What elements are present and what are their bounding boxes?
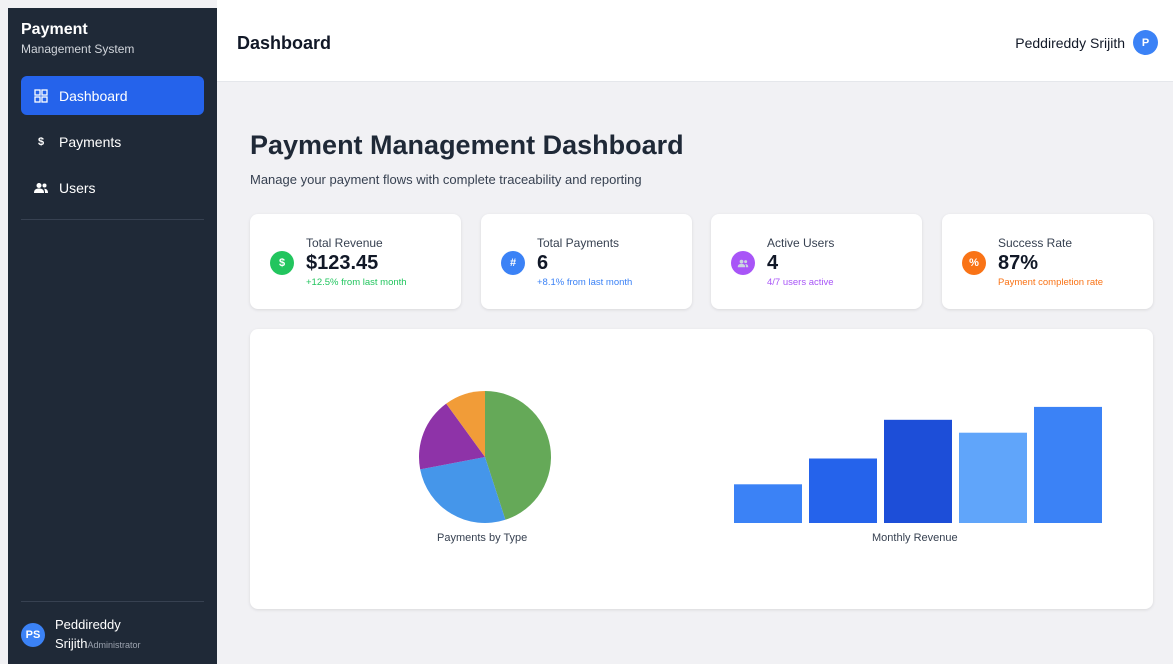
nav-divider: [21, 219, 204, 220]
sidebar-item-label: Dashboard: [59, 87, 128, 104]
stat-card-total-payments: # Total Payments 6 +8.1% from last month: [481, 214, 692, 309]
hash-icon: #: [501, 251, 525, 275]
bar-1: [734, 484, 802, 523]
card-value: 6: [537, 252, 549, 274]
card-note: Payment completion rate: [998, 277, 1104, 288]
card-note: +8.1% from last month: [537, 277, 633, 288]
grid-icon: [33, 88, 49, 104]
header-user-name: Peddireddy Srijith: [1015, 34, 1125, 51]
brand-subtitle: Management System: [21, 42, 135, 56]
top-header: Dashboard Peddireddy Srijith P: [217, 0, 1173, 82]
stat-card-active-users: Active Users 4 4/7 users active: [711, 214, 922, 309]
dollar-icon: $: [270, 251, 294, 275]
page-title: Payment Management Dashboard: [250, 130, 684, 160]
card-label: Active Users: [767, 236, 835, 250]
card-note: +12.5% from last month: [306, 277, 407, 288]
sidebar-user[interactable]: PS Peddireddy SrijithAdministrator: [21, 615, 141, 655]
avatar: P: [1133, 30, 1158, 55]
card-note: 4/7 users active: [767, 277, 834, 288]
header-user[interactable]: Peddireddy Srijith P: [1015, 30, 1158, 55]
bar-3: [884, 419, 952, 523]
sidebar: Payment Management System Dashboard $ Pa…: [8, 8, 217, 664]
card-label: Total Payments: [537, 236, 620, 250]
charts-panel: Payments by Type Monthly Revenue: [250, 329, 1153, 609]
user-role: Administrator: [87, 640, 141, 650]
card-value: 4: [767, 252, 779, 274]
user-name-last: Srijith: [55, 636, 88, 651]
brand: Payment Management System: [21, 21, 134, 56]
card-value: 87%: [998, 252, 1039, 274]
bar-chart-title: Monthly Revenue: [872, 532, 958, 544]
bar-2: [809, 458, 877, 523]
page-subtitle: Manage your payment flows with complete …: [250, 172, 642, 187]
sidebar-nav: Dashboard $ Payments Users: [21, 76, 204, 214]
avatar: PS: [21, 623, 45, 647]
card-label: Success Rate: [998, 236, 1073, 250]
pie-chart-title: Payments by Type: [437, 532, 528, 544]
footer-divider: [21, 601, 204, 602]
bar-4: [959, 432, 1027, 523]
stat-card-success-rate: % Success Rate 87% Payment completion ra…: [942, 214, 1153, 309]
percent-icon: %: [962, 251, 986, 275]
users-icon: [33, 180, 49, 196]
bar-chart: [734, 406, 1102, 523]
sidebar-item-users[interactable]: Users: [21, 168, 204, 207]
sidebar-item-dashboard[interactable]: Dashboard: [21, 76, 204, 115]
stat-card-total-revenue: $ Total Revenue $123.45 +12.5% from last…: [250, 214, 461, 309]
users-icon: [731, 251, 755, 275]
user-name-first: Peddireddy: [55, 617, 121, 632]
bar-5: [1034, 406, 1102, 523]
sidebar-item-label: Payments: [59, 133, 122, 150]
card-value: $123.45: [306, 252, 379, 274]
header-title: Dashboard: [237, 33, 332, 53]
card-label: Total Revenue: [306, 236, 383, 250]
sidebar-item-payments[interactable]: $ Payments: [21, 122, 204, 161]
sidebar-item-label: Users: [59, 179, 96, 196]
dollar-icon: $: [37, 135, 45, 148]
pie-chart: [419, 391, 552, 523]
brand-title: Payment: [21, 21, 88, 38]
